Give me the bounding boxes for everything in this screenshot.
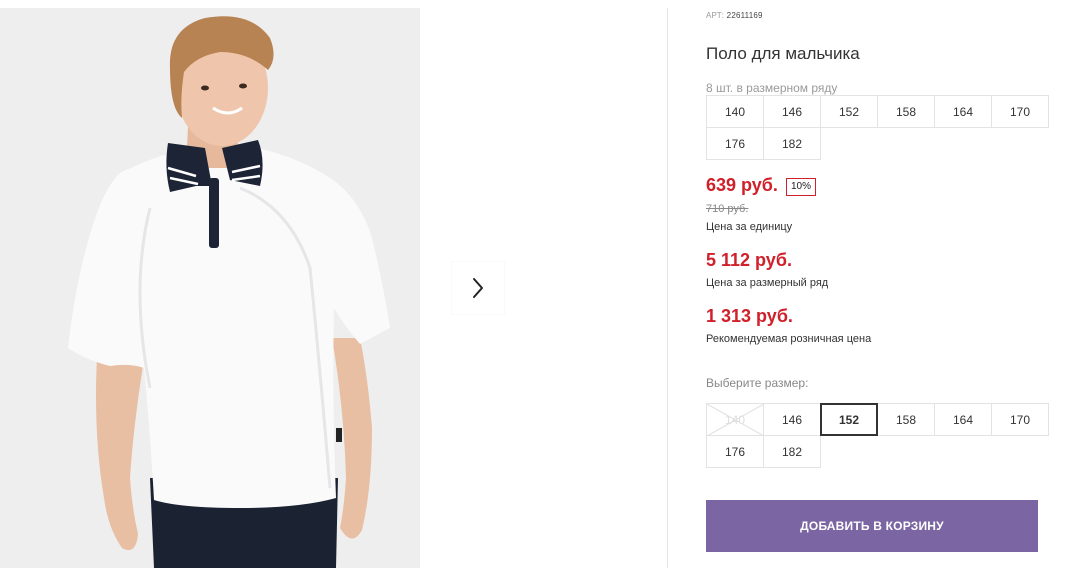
retail-price-label: Рекомендуемая розничная цена xyxy=(706,333,872,345)
size-range-label: 8 шт. в размерном ряду xyxy=(706,81,838,95)
crossed-out-icon xyxy=(707,404,764,436)
unit-price: 639 руб. xyxy=(706,175,778,195)
size-range-grid: 140 146 152 158 164 170 176 182 xyxy=(706,95,1049,160)
range-size: 170 xyxy=(991,95,1049,128)
size-option[interactable]: 170 xyxy=(991,403,1049,436)
range-price: 5 112 руб. xyxy=(706,250,792,270)
unit-price-label: Цена за единицу xyxy=(706,221,793,233)
old-price: 710 руб. xyxy=(706,203,749,215)
range-size: 158 xyxy=(877,95,935,128)
product-gallery xyxy=(0,8,668,568)
product-page: АРТ: 22611169 Поло для мальчика 8 шт. в … xyxy=(0,0,1083,568)
range-price-label: Цена за размерный ряд xyxy=(706,277,829,289)
size-option[interactable]: 146 xyxy=(763,403,821,436)
range-size: 176 xyxy=(706,127,764,160)
choose-size-label: Выберите размер: xyxy=(706,376,809,390)
range-size: 152 xyxy=(820,95,878,128)
add-to-cart-button[interactable]: ДОБАВИТЬ В КОРЗИНУ xyxy=(706,500,1038,552)
size-option[interactable]: 176 xyxy=(706,435,764,468)
size-option-selected[interactable]: 152 xyxy=(820,403,878,436)
size-option-disabled: 140 xyxy=(706,403,764,436)
product-photo[interactable] xyxy=(0,8,420,568)
discount-badge: 10% xyxy=(786,178,817,196)
size-option[interactable]: 158 xyxy=(877,403,935,436)
article-number: АРТ: 22611169 xyxy=(706,11,763,20)
gallery-next-button[interactable] xyxy=(452,262,504,314)
article-label: АРТ: xyxy=(706,11,725,20)
size-option[interactable]: 164 xyxy=(934,403,992,436)
size-option[interactable]: 182 xyxy=(763,435,821,468)
article-value: 22611169 xyxy=(726,11,763,20)
chevron-right-icon xyxy=(473,278,483,298)
product-title: Поло для мальчика xyxy=(706,44,860,63)
range-size: 146 xyxy=(763,95,821,128)
range-size: 182 xyxy=(763,127,821,160)
retail-price: 1 313 руб. xyxy=(706,306,793,326)
boy-photo-illustration xyxy=(0,8,420,568)
size-selector: 140 146 152 158 164 170 176 182 xyxy=(706,403,1049,468)
range-size: 140 xyxy=(706,95,764,128)
range-size: 164 xyxy=(934,95,992,128)
